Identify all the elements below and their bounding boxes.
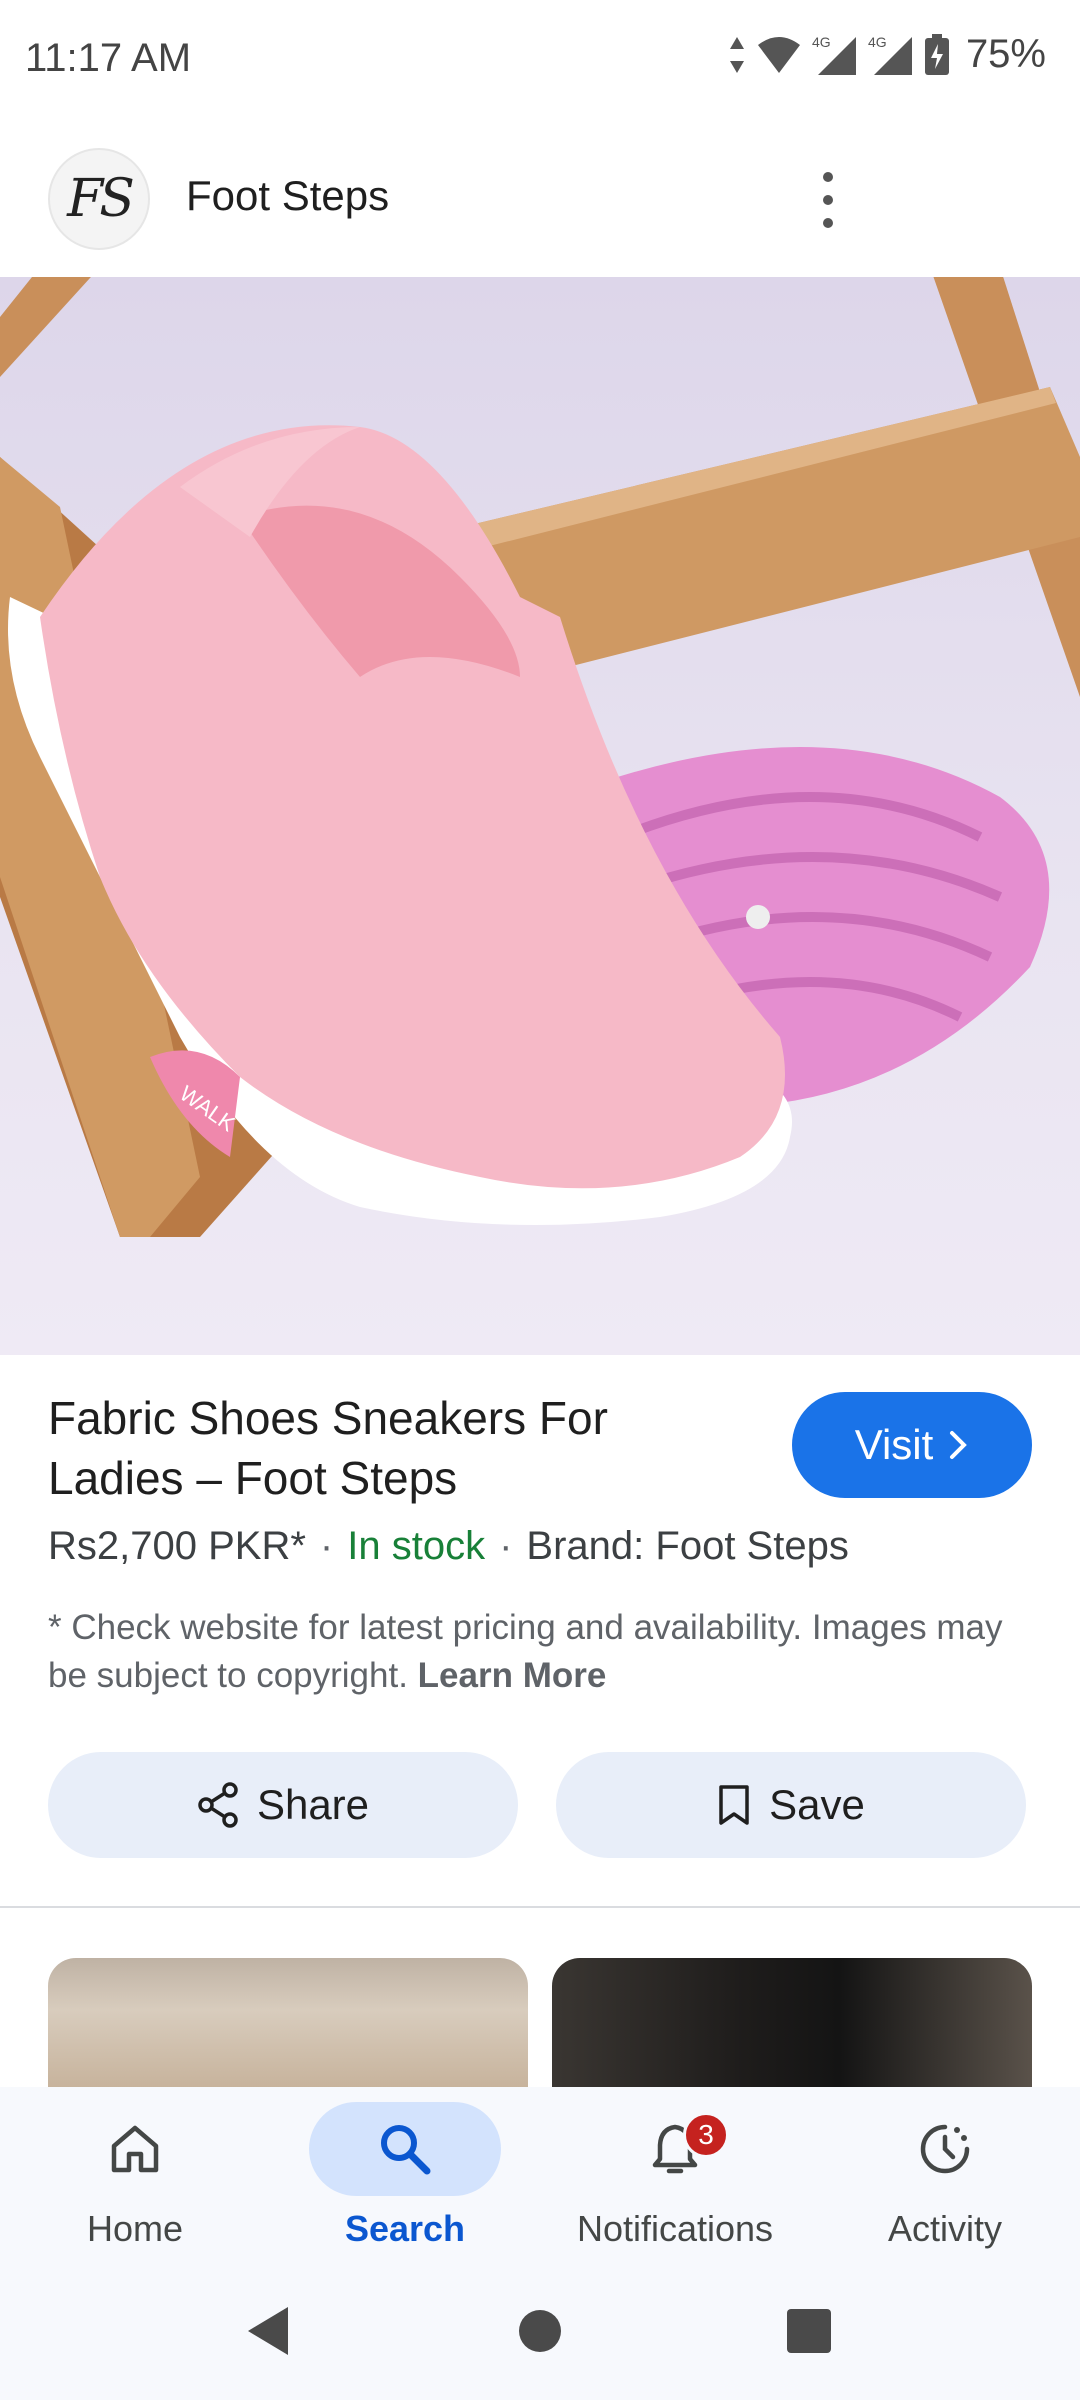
- more-vert-icon[interactable]: [808, 162, 848, 238]
- status-time: 11:17 AM: [25, 36, 192, 80]
- battery-percent: 75%: [965, 32, 1046, 76]
- price-line: Rs2,700 PKR* · In stock · Brand: Foot Steps: [48, 1524, 849, 1569]
- activity-icon: [920, 2124, 970, 2174]
- related-product-thumbnail[interactable]: [48, 1958, 528, 2088]
- network-label: 4G: [868, 34, 887, 50]
- recents-square-icon[interactable]: [784, 2303, 834, 2359]
- separator: ·: [319, 1524, 334, 1568]
- save-label: Save: [769, 1781, 865, 1828]
- wifi-icon: [757, 36, 800, 73]
- system-nav: [0, 2265, 1080, 2400]
- bottom-nav: Home Search 3 Notifications Activity: [0, 2087, 1080, 2265]
- signal-4g-icon: 4G: [812, 34, 856, 75]
- disclaimer: * Check website for latest pricing and a…: [48, 1604, 1008, 1700]
- stock-status: In stock: [347, 1524, 486, 1568]
- home-icon: [111, 2125, 159, 2173]
- product-title: Fabric Shoes Sneakers For Ladies – Foot …: [48, 1392, 608, 1504]
- network-label: 4G: [812, 34, 831, 50]
- share-icon: [198, 1782, 238, 1828]
- status-bar: 11:17 AM 4G 4G 75%: [0, 0, 1080, 122]
- battery-charging-icon: [924, 33, 949, 75]
- merchant-header: FS Foot Steps: [0, 122, 1080, 277]
- price: Rs2,700 PKR*: [48, 1524, 306, 1568]
- nav-label: Home: [86, 2208, 184, 2249]
- merchant-name[interactable]: Foot Steps: [186, 172, 389, 220]
- separator: ·: [499, 1524, 513, 1568]
- nav-label: Search: [344, 2208, 466, 2249]
- divider: [0, 1906, 1080, 1908]
- chevron-right-icon: [950, 1431, 968, 1459]
- nav-label: Notifications: [576, 2208, 774, 2249]
- nav-activity[interactable]: Activity: [810, 2087, 1080, 2265]
- brand: Brand: Foot Steps: [526, 1524, 849, 1568]
- data-arrows-icon: [729, 36, 744, 73]
- share-label: Share: [256, 1781, 370, 1828]
- nav-label: Activity: [887, 2208, 1002, 2249]
- related-product-thumbnail[interactable]: [552, 1958, 1032, 2088]
- nav-search[interactable]: Search: [270, 2087, 540, 2265]
- status-icons: 4G 4G 75%: [728, 32, 1046, 77]
- back-icon[interactable]: [242, 2303, 292, 2359]
- nav-home[interactable]: Home: [0, 2087, 270, 2265]
- search-icon: [381, 2125, 431, 2175]
- nav-notifications[interactable]: 3 Notifications: [540, 2087, 810, 2265]
- bookmark-icon: [719, 1785, 749, 1825]
- notification-badge: 3: [683, 2112, 729, 2158]
- visit-button[interactable]: Visit: [792, 1392, 1032, 1498]
- home-circle-icon[interactable]: [516, 2303, 564, 2359]
- logo-text: FS: [67, 169, 135, 229]
- save-button[interactable]: Save: [556, 1752, 1026, 1858]
- signal-4g-icon: 4G: [868, 34, 912, 75]
- learn-more-link[interactable]: Learn More: [418, 1656, 607, 1695]
- share-button[interactable]: Share: [48, 1752, 518, 1858]
- visit-label: Visit: [854, 1421, 934, 1468]
- product-image[interactable]: WALK: [0, 277, 1080, 1355]
- merchant-logo[interactable]: FS: [48, 148, 150, 250]
